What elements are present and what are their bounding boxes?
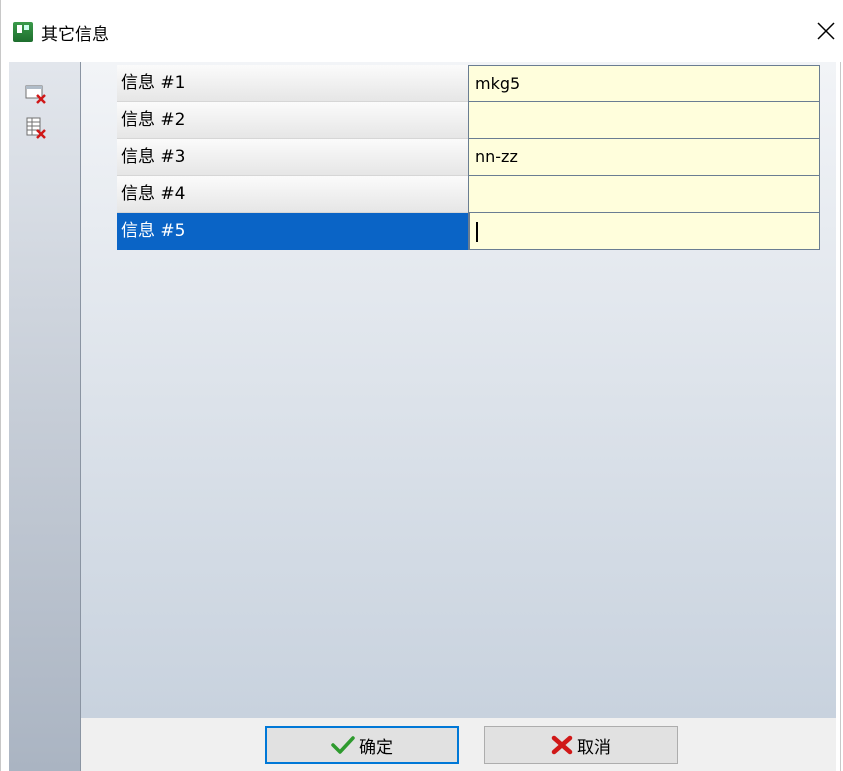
text-caret [476,221,478,242]
checkmark-icon [331,736,355,754]
cancel-button[interactable]: 取消 [484,726,678,764]
ok-label: 确定 [359,737,393,758]
row-value-input[interactable]: nn-zz [468,139,820,176]
grid-row: 信息 #1 mkg5 [117,65,820,102]
dialog-window: 其它信息 信息 #1 mkg5 信息 #2 信息 #3 nn-zz 信息 #4 … [0,0,842,771]
delete-field-icon [25,85,46,104]
button-bar: 确定 取消 [81,718,836,771]
row-label[interactable]: 信息 #1 [117,65,468,102]
delete-table-icon [26,117,46,139]
grid-row: 信息 #4 [117,176,820,213]
window-title: 其它信息 [41,25,109,45]
title-bar: 其它信息 [1,0,842,62]
delete-field-button[interactable] [25,82,47,104]
row-label[interactable]: 信息 #4 [117,176,468,213]
row-value-input-active[interactable] [468,213,820,250]
info-grid: 信息 #1 mkg5 信息 #2 信息 #3 nn-zz 信息 #4 信息 #5 [117,65,820,250]
content-area: 信息 #1 mkg5 信息 #2 信息 #3 nn-zz 信息 #4 信息 #5 [81,62,836,718]
grid-row: 信息 #2 [117,102,820,139]
cross-icon [551,735,573,755]
side-toolbar [9,62,81,771]
delete-table-button[interactable] [25,117,47,139]
row-label[interactable]: 信息 #2 [117,102,468,139]
grid-row-selected: 信息 #5 [117,213,820,250]
row-value-input[interactable] [468,102,820,139]
grid-row: 信息 #3 nn-zz [117,139,820,176]
app-icon [13,22,33,42]
row-value-input[interactable]: mkg5 [468,65,820,102]
close-button[interactable] [809,14,843,48]
row-label[interactable]: 信息 #5 [117,213,468,250]
ok-button[interactable]: 确定 [265,726,459,764]
close-icon [817,22,835,40]
row-label[interactable]: 信息 #3 [117,139,468,176]
row-value-input[interactable] [468,176,820,213]
cancel-label: 取消 [577,737,611,758]
